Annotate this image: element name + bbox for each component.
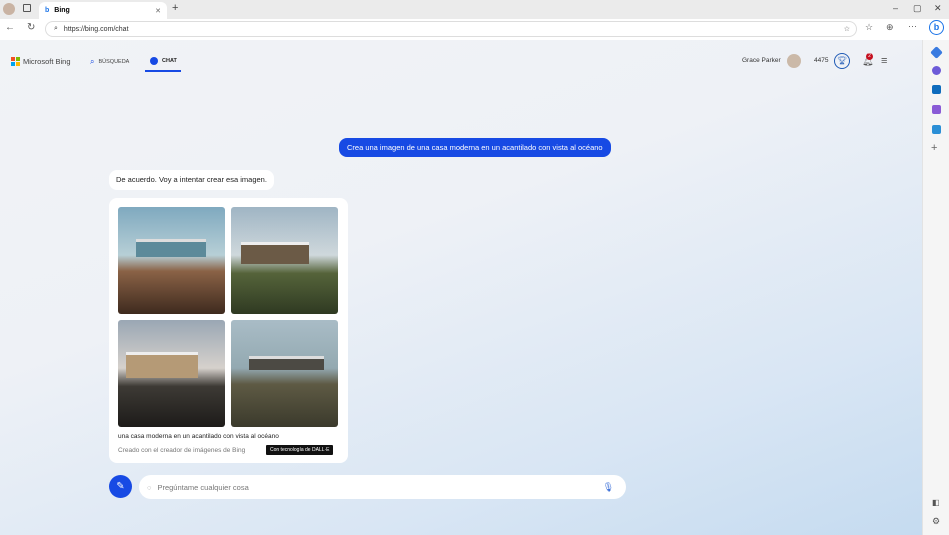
rewards-trophy-icon[interactable]: 🏆︎ xyxy=(834,53,850,69)
image-creator-link[interactable]: Creado con el creador de imágenes de Bin… xyxy=(118,447,245,454)
chat-input[interactable]: ◌ Pregúntame cualquier cosa 🎙︎ xyxy=(139,475,626,499)
address-bar[interactable]: ⌕ https://bing.com/chat ☆ xyxy=(45,21,857,37)
close-tab-icon[interactable]: ✕ xyxy=(155,7,161,15)
generated-image-4[interactable] xyxy=(231,320,338,427)
bot-message: De acuerdo. Voy a intentar crear esa ima… xyxy=(109,170,274,190)
address-bar-row: ← ↻ ⌕ https://bing.com/chat ☆ ☆ ⊕ ··· b xyxy=(0,19,949,40)
favorite-star-icon[interactable]: ☆ xyxy=(844,25,850,33)
brand-name: Microsoft Bing xyxy=(23,57,71,66)
close-window-button[interactable]: ✕ xyxy=(934,3,942,14)
bing-logo[interactable]: Microsoft Bing xyxy=(11,57,71,66)
hide-sidebar-icon[interactable]: ◧ xyxy=(932,498,940,507)
generated-image-3[interactable] xyxy=(118,320,225,427)
refresh-button[interactable]: ↻ xyxy=(27,22,35,33)
settings-gear-icon[interactable]: ⚙ xyxy=(932,516,940,527)
minimize-button[interactable]: – xyxy=(893,3,898,13)
new-topic-button[interactable]: ✎ xyxy=(109,475,132,498)
tab-search-label: BÚSQUEDA xyxy=(98,59,129,65)
search-icon: ⌕ xyxy=(90,57,94,67)
maximize-button[interactable]: ▢ xyxy=(913,3,922,14)
active-tab-indicator xyxy=(145,70,181,72)
tab-title: Bing xyxy=(54,7,70,14)
add-sidebar-app-icon[interactable]: + xyxy=(931,142,937,154)
new-tab-button[interactable]: + xyxy=(172,2,178,14)
shopping-icon[interactable] xyxy=(930,46,943,59)
more-icon[interactable]: ··· xyxy=(908,21,917,31)
generated-image-2[interactable] xyxy=(231,207,338,314)
bing-chat-page: Microsoft Bing ⌕ BÚSQUEDA CHAT Grace Park… xyxy=(0,40,922,535)
user-name[interactable]: Grace Parker xyxy=(742,57,781,64)
tab-actions-icon[interactable] xyxy=(23,4,31,12)
favorites-icon[interactable]: ☆ xyxy=(865,22,873,33)
copilot-icon[interactable]: b xyxy=(929,20,944,35)
back-button[interactable]: ← xyxy=(5,22,15,33)
edge-sidebar: + ◧ ⚙ xyxy=(922,40,949,535)
user-message: Crea una imagen de una casa moderna en u… xyxy=(339,138,611,157)
office-icon[interactable] xyxy=(932,105,941,114)
rewards-points[interactable]: 4475 xyxy=(814,57,828,64)
image-result-card: una casa moderna en un acantilado con vi… xyxy=(109,198,348,463)
browser-titlebar: b Bing ✕ + – ▢ ✕ xyxy=(0,0,949,19)
url-text: https://bing.com/chat xyxy=(64,26,129,33)
hamburger-menu-icon[interactable]: ≡ xyxy=(881,55,887,67)
tab-chat[interactable]: CHAT xyxy=(150,57,177,65)
browser-tab[interactable]: b Bing ✕ xyxy=(39,2,167,19)
tab-chat-label: CHAT xyxy=(162,58,177,64)
search-icon: ⌕ xyxy=(54,25,58,33)
bing-favicon-icon: b xyxy=(45,7,49,14)
microsoft-logo-icon xyxy=(11,57,20,66)
generated-image-1[interactable] xyxy=(118,207,225,314)
outlook-icon[interactable] xyxy=(932,85,941,94)
tab-search[interactable]: ⌕ BÚSQUEDA xyxy=(90,57,129,67)
collections-icon[interactable]: ⊕ xyxy=(886,22,894,33)
chat-bubble-icon: ◌ xyxy=(147,483,151,492)
dalle-badge: Con tecnología de DALL·E xyxy=(266,445,333,455)
notification-badge: 2 xyxy=(866,53,873,60)
tools-icon[interactable] xyxy=(932,66,941,75)
user-avatar[interactable] xyxy=(787,54,801,68)
profile-avatar[interactable] xyxy=(3,3,15,15)
microphone-icon[interactable]: 🎙︎ xyxy=(603,482,614,493)
image-caption: una casa moderna en un acantilado con vi… xyxy=(118,433,279,440)
chat-input-placeholder: Pregúntame cualquier cosa xyxy=(157,483,248,492)
chat-icon xyxy=(150,57,158,65)
games-icon[interactable] xyxy=(932,125,941,134)
